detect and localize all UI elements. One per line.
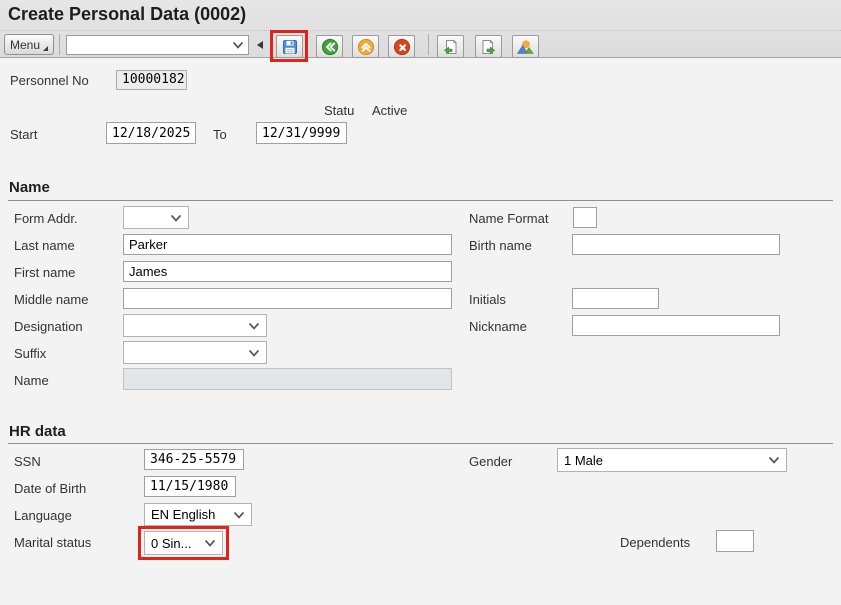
- back-button[interactable]: [316, 35, 343, 58]
- next-record-button[interactable]: [475, 35, 502, 58]
- sap-create-personal-data-screen: Create Personal Data (0002) Menu: [0, 0, 841, 605]
- menu-button[interactable]: Menu: [4, 34, 54, 55]
- marital-status-label: Marital status: [14, 535, 91, 550]
- initials-label: Initials: [469, 292, 506, 307]
- mountain-landscape-icon: [516, 38, 535, 56]
- full-name-field: [123, 368, 452, 390]
- circle-double-chevron-left-icon: [321, 38, 339, 56]
- start-date-label: Start: [10, 127, 37, 142]
- page-arrow-left-icon: [441, 38, 460, 56]
- dependents-label: Dependents: [620, 535, 690, 550]
- marital-status-value: 0 Sin...: [151, 536, 191, 551]
- status-value: Active: [372, 103, 407, 118]
- menu-button-label: Menu: [10, 38, 40, 52]
- birth-name-label: Birth name: [469, 238, 532, 253]
- toolbar-separator: [59, 34, 60, 55]
- gender-label: Gender: [469, 454, 512, 469]
- date-of-birth-field[interactable]: [144, 476, 236, 497]
- initials-field[interactable]: [572, 288, 659, 309]
- form-addr-dropdown[interactable]: [123, 206, 189, 229]
- full-name-label: Name: [14, 373, 49, 388]
- page-arrow-right-icon: [479, 38, 498, 56]
- triangle-left-icon[interactable]: [257, 41, 263, 49]
- suffix-label: Suffix: [14, 346, 46, 361]
- floppy-disk-icon: [281, 38, 299, 56]
- cancel-button[interactable]: [388, 35, 415, 58]
- to-date-label: To: [213, 127, 227, 142]
- hr-data-section-rule: [8, 443, 833, 444]
- top-bar: Create Personal Data (0002) Menu: [0, 0, 841, 58]
- command-input[interactable]: [68, 37, 228, 53]
- chevron-down-icon: [205, 540, 215, 547]
- ssn-field[interactable]: [144, 449, 244, 470]
- previous-record-button[interactable]: [437, 35, 464, 58]
- chevron-down-icon: [233, 42, 243, 49]
- first-name-field[interactable]: [123, 261, 452, 282]
- suffix-dropdown[interactable]: [123, 341, 267, 364]
- save-button[interactable]: [276, 35, 303, 58]
- form-content: Personnel No 10000182 Statu Active Start…: [0, 58, 841, 605]
- personnel-no-field: 10000182: [116, 70, 187, 90]
- chevron-down-icon: [249, 350, 259, 357]
- gender-value: 1 Male: [564, 453, 603, 468]
- name-section-heading: Name: [9, 179, 50, 196]
- overview-button[interactable]: [512, 35, 539, 58]
- marital-status-dropdown[interactable]: 0 Sin...: [144, 531, 223, 555]
- chevron-down-icon: [769, 457, 779, 464]
- designation-label: Designation: [14, 319, 83, 334]
- page-title: Create Personal Data (0002): [8, 4, 246, 25]
- personnel-no-label: Personnel No: [10, 73, 89, 88]
- form-addr-label: Form Addr.: [14, 211, 78, 226]
- name-format-field[interactable]: [573, 207, 597, 228]
- hr-data-section-heading: HR data: [9, 423, 66, 440]
- middle-name-label: Middle name: [14, 292, 88, 307]
- start-date-field[interactable]: [106, 122, 196, 144]
- circle-x-icon: [393, 38, 411, 56]
- nickname-field[interactable]: [572, 315, 780, 336]
- last-name-label: Last name: [14, 238, 75, 253]
- language-dropdown[interactable]: EN English: [144, 503, 252, 526]
- language-label: Language: [14, 508, 72, 523]
- to-date-field[interactable]: [256, 122, 347, 144]
- chevron-down-icon: [171, 215, 181, 222]
- ssn-label: SSN: [14, 454, 41, 469]
- last-name-field[interactable]: [123, 234, 452, 255]
- language-value: EN English: [151, 507, 215, 522]
- first-name-label: First name: [14, 265, 75, 280]
- dependents-field[interactable]: [716, 530, 754, 552]
- name-format-label: Name Format: [469, 211, 548, 226]
- toolbar-separator: [428, 34, 429, 55]
- date-of-birth-label: Date of Birth: [14, 481, 86, 496]
- command-field[interactable]: [66, 35, 249, 55]
- status-label: Statu: [324, 103, 354, 118]
- toolbar-divider: [0, 30, 841, 31]
- gender-dropdown[interactable]: 1 Male: [557, 448, 787, 472]
- chevron-down-icon: [249, 323, 259, 330]
- exit-button[interactable]: [352, 35, 379, 58]
- chevron-down-icon: [234, 512, 244, 519]
- circle-double-chevron-up-icon: [357, 38, 375, 56]
- nickname-label: Nickname: [469, 319, 527, 334]
- designation-dropdown[interactable]: [123, 314, 267, 337]
- middle-name-field[interactable]: [123, 288, 452, 309]
- corner-triangle-icon: [43, 46, 48, 51]
- name-section-rule: [8, 200, 833, 201]
- birth-name-field[interactable]: [572, 234, 780, 255]
